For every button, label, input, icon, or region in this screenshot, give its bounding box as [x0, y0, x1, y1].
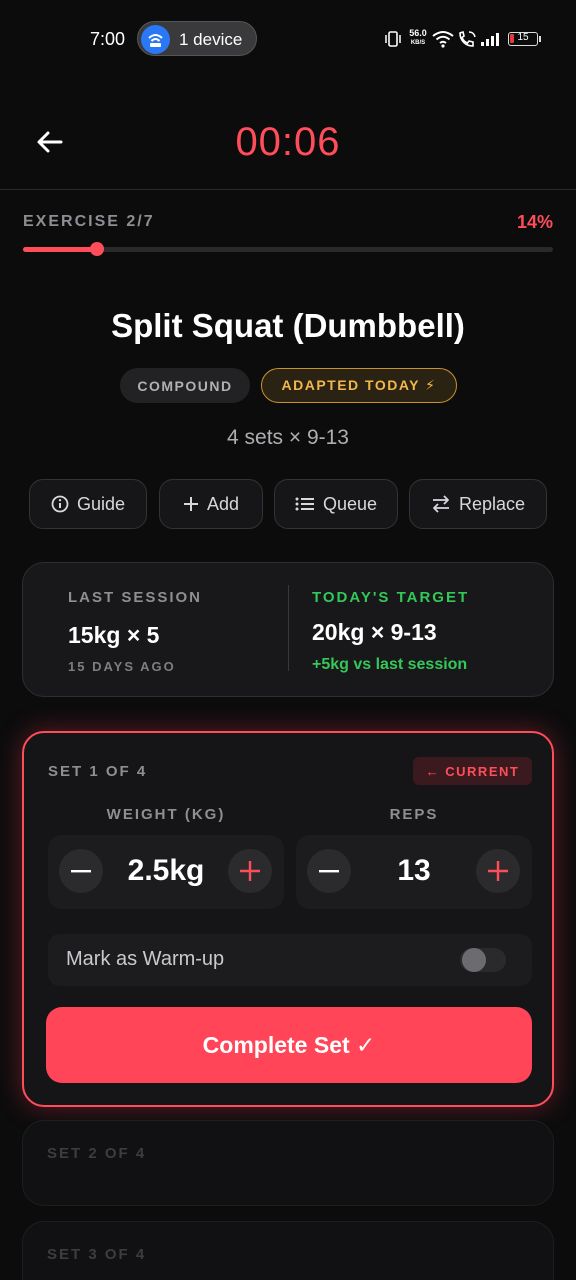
weight-header: WEIGHT (KG): [106, 806, 226, 823]
status-icons: 56.0 KB/S 15: [384, 28, 544, 50]
queue-button[interactable]: Queue: [274, 479, 398, 529]
swap-icon: [432, 495, 449, 513]
device-connection-icon: [141, 25, 170, 54]
reps-header: REPS: [389, 806, 439, 823]
info-icon: [51, 495, 69, 513]
upcoming-set-label: SET 2 OF 4: [47, 1145, 147, 1162]
plus-icon: [240, 861, 260, 881]
upcoming-set-card[interactable]: SET 3 OF 4: [22, 1221, 554, 1280]
signal-icon: [481, 33, 499, 46]
warmup-toggle-knob: [462, 948, 486, 972]
reps-stepper: 13: [296, 835, 532, 909]
exercise-progress-bar: [23, 242, 553, 256]
warmup-label: Mark as Warm-up: [66, 948, 225, 970]
battery-icon: 15: [508, 32, 541, 46]
target-delta: +5kg vs last session: [312, 656, 468, 673]
plus-icon: [488, 861, 508, 881]
reps-increase-button[interactable]: [476, 849, 520, 893]
exercise-progress-fill: [23, 247, 98, 252]
complete-set-button[interactable]: Complete Set ✓: [46, 1007, 532, 1083]
reps-value: 13: [397, 854, 431, 887]
weight-decrease-button[interactable]: [59, 849, 103, 893]
last-session-ago: 15 DAYS AGO: [68, 659, 176, 674]
device-pill[interactable]: 1 device: [137, 21, 257, 56]
target-heading: TODAY'S TARGET: [312, 589, 470, 606]
session-summary-card: LAST SESSION 15kg × 5 15 DAYS AGO TODAY'…: [22, 562, 554, 697]
add-button[interactable]: Add: [159, 479, 263, 529]
workout-header: 00:06: [0, 90, 576, 190]
wifi-call-icon: [459, 30, 476, 47]
network-speed: 56.0 KB/S: [409, 28, 427, 46]
workout-timer: 00:06: [235, 120, 341, 164]
minus-icon: [71, 870, 91, 873]
current-set-card: SET 1 OF 4 ← CURRENT WEIGHT (KG) REPS 2.…: [22, 731, 554, 1107]
tag-adapted-today: ADAPTED TODAY ⚡: [261, 368, 457, 403]
list-icon: [295, 497, 314, 511]
status-bar: 7:00 1 device 56.0 KB/S 15: [0, 0, 576, 80]
replace-button[interactable]: Replace: [409, 479, 547, 529]
sets-summary: 4 sets × 9-13: [227, 426, 349, 449]
current-badge: ← CURRENT: [413, 757, 532, 785]
exercise-progress-knob: [90, 242, 105, 256]
device-pill-label: 1 device: [179, 30, 243, 49]
vibrate-icon: [385, 31, 401, 47]
target-value: 20kg × 9-13: [312, 619, 437, 645]
reps-decrease-button[interactable]: [307, 849, 351, 893]
add-button-label: Add: [206, 493, 240, 514]
set-label: SET 1 OF 4: [48, 763, 148, 780]
upcoming-set-label: SET 3 OF 4: [47, 1246, 147, 1263]
status-time: 7:00: [90, 29, 126, 49]
warmup-row[interactable]: Mark as Warm-up: [48, 934, 532, 986]
guide-button-label: Guide: [76, 493, 126, 514]
weight-increase-button[interactable]: [228, 849, 272, 893]
plus-icon: [183, 497, 198, 511]
weight-stepper: 2.5kg: [48, 835, 284, 909]
last-session-value: 15kg × 5: [68, 622, 160, 648]
upcoming-set-card[interactable]: SET 2 OF 4: [22, 1120, 554, 1206]
wifi-icon: [432, 31, 454, 48]
replace-button-label: Replace: [458, 493, 526, 514]
exercise-title: Split Squat (Dumbbell): [111, 307, 465, 344]
battery-cap: [539, 36, 541, 42]
last-session-heading: LAST SESSION: [68, 589, 203, 606]
queue-button-label: Queue: [322, 493, 378, 514]
minus-icon: [319, 870, 339, 873]
battery-level: 15: [517, 32, 529, 43]
warmup-toggle[interactable]: [460, 948, 506, 972]
weight-value: 2.5kg: [127, 854, 205, 887]
exercise-progress-label: EXERCISE 2/7: [23, 213, 155, 230]
summary-divider: [288, 585, 289, 671]
tag-compound: COMPOUND: [120, 368, 250, 403]
exercise-progress-percent: 14%: [516, 212, 553, 232]
guide-button[interactable]: Guide: [29, 479, 147, 529]
